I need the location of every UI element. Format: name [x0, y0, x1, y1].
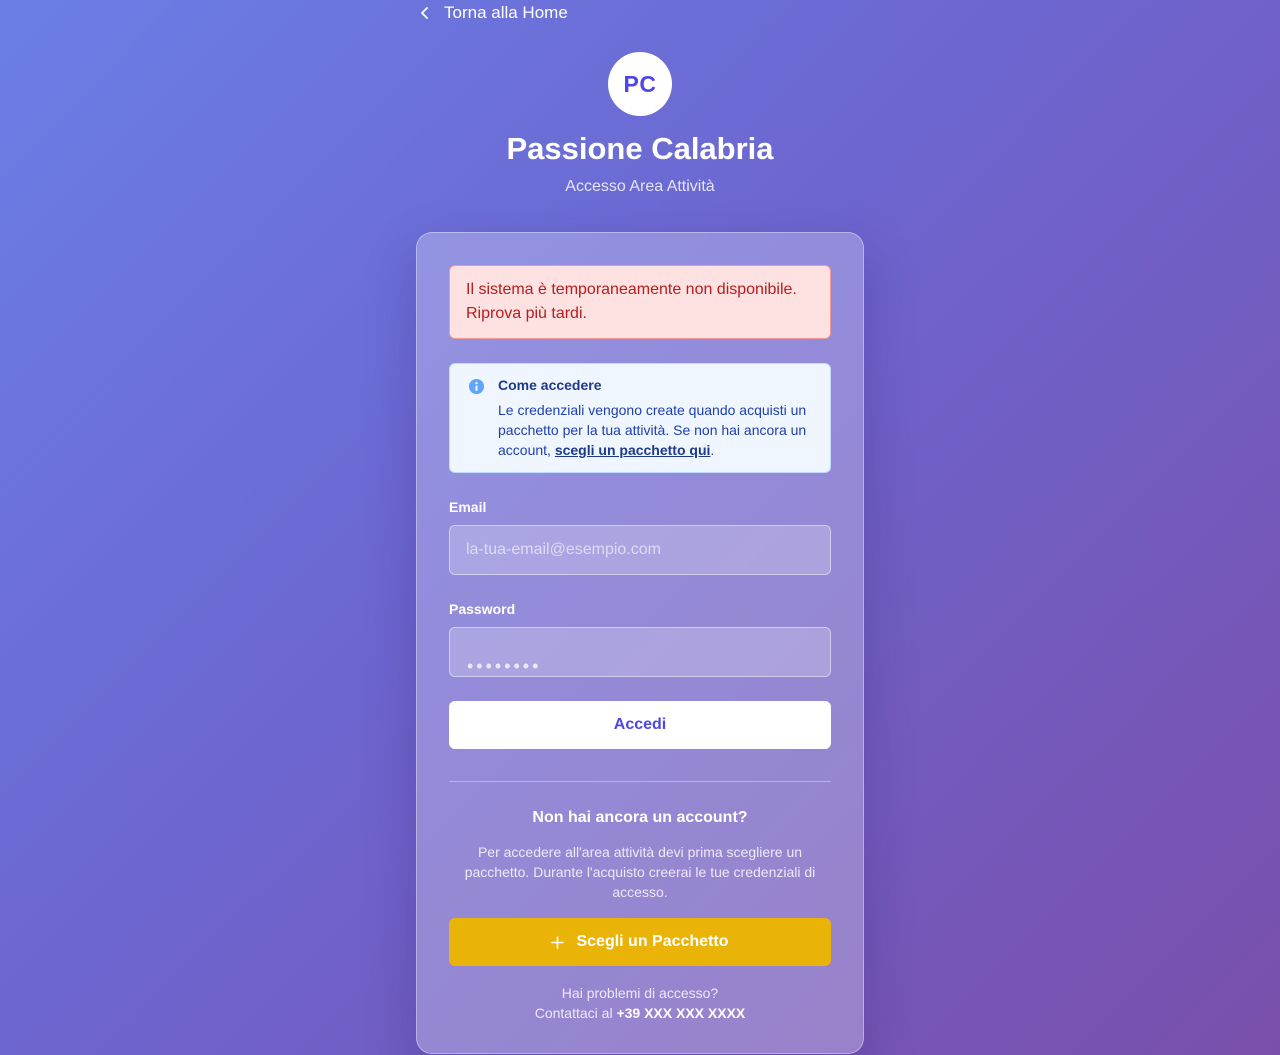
info-alert: Come accedere Le credenziali vengono cre…	[449, 363, 831, 473]
choose-package-link[interactable]: scegli un pacchetto qui	[555, 442, 711, 458]
signup-description: Per accedere all'area attività devi prim…	[464, 844, 816, 900]
brand-logo: PC	[608, 52, 672, 116]
email-field[interactable]	[449, 525, 831, 575]
help-contact-prefix: Contattaci al	[534, 1005, 617, 1021]
info-title: Come accedere	[498, 377, 602, 393]
back-link-label: Torna alla Home	[444, 3, 568, 22]
divider	[449, 781, 831, 782]
help-question: Hai problemi di accesso?	[561, 985, 719, 1001]
page-title: Passione Calabria	[506, 131, 774, 166]
help-contact: Contattaci al +39 XXX XXX XXXX	[449, 1003, 831, 1023]
info-circle-icon	[468, 378, 485, 395]
error-alert: Il sistema è temporaneamente non disponi…	[449, 265, 831, 339]
login-button[interactable]: Accedi	[449, 701, 831, 749]
signup-heading: Non hai ancora un account?	[532, 809, 748, 826]
password-label: Password	[449, 601, 516, 617]
page-subtitle: Accesso Area Attività	[565, 178, 715, 195]
choose-package-label: Scegli un Pacchetto	[576, 933, 729, 950]
choose-package-button[interactable]: Scegli un Pacchetto	[449, 918, 831, 966]
chevron-left-icon	[421, 7, 428, 19]
info-text-end: .	[710, 442, 715, 458]
plus-icon	[551, 935, 565, 949]
error-message: Il sistema è temporaneamente non disponi…	[466, 281, 797, 322]
info-text: Le credenziali vengono create quando acq…	[498, 400, 814, 460]
login-card: Il sistema è temporaneamente non disponi…	[416, 232, 864, 1054]
contact-phone-link[interactable]: +39 XXX XXX XXXX	[616, 1005, 745, 1021]
email-label: Email	[449, 499, 487, 515]
password-field[interactable]	[449, 627, 831, 677]
back-to-home-link[interactable]: Torna alla Home	[418, 2, 568, 24]
